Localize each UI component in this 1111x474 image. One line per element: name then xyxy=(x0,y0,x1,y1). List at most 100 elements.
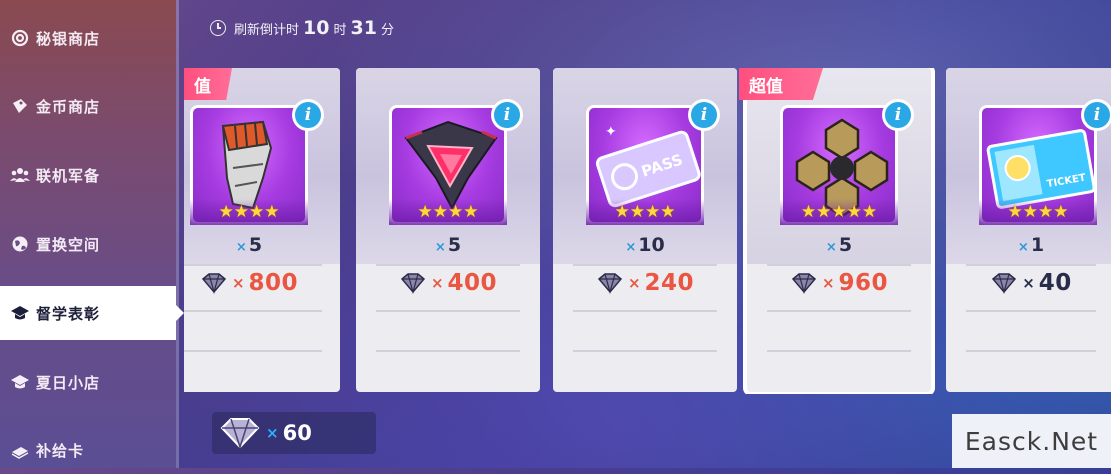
info-icon[interactable]: i xyxy=(292,99,324,131)
sidebar-item-supervisor-award[interactable]: 督学表彰 xyxy=(0,286,184,340)
super-value-tag: 超值 xyxy=(739,68,823,100)
item-quantity: × 5 xyxy=(356,234,540,256)
quantity-value: 1 xyxy=(1030,234,1045,256)
multiply-sign: × xyxy=(434,240,446,255)
quantity-value: 10 xyxy=(638,234,665,256)
currency-balance: × 60 xyxy=(212,412,376,454)
divider xyxy=(767,264,911,266)
shop-item-card-selected[interactable]: ★★★★★ i × 5 × 960 xyxy=(747,68,931,392)
multiply-sign: × xyxy=(235,240,247,255)
divider xyxy=(767,350,911,352)
crystal-icon xyxy=(399,272,427,295)
divider xyxy=(376,350,520,352)
sidebar-item-label: 夏日小店 xyxy=(36,373,101,392)
sidebar-item-exchange-space[interactable]: 置换空间 xyxy=(0,220,176,268)
team-icon xyxy=(8,163,32,187)
price-value: 240 xyxy=(644,270,695,296)
item-price: × 960 xyxy=(747,270,931,296)
sidebar-item-label: 补给卡 xyxy=(36,441,85,460)
sidebar-item-label: 置换空间 xyxy=(36,235,101,254)
multiply-sign: × xyxy=(625,240,637,255)
quantity-value: 5 xyxy=(838,234,853,256)
multiply-sign: × xyxy=(1017,240,1029,255)
shop-item-card[interactable]: ★★★★ i × 5 × 400 xyxy=(356,68,540,392)
price-value: 960 xyxy=(838,270,889,296)
rarity-stars: ★★★★ xyxy=(586,199,704,225)
watermark: Easck.Net xyxy=(952,414,1111,468)
sidebar-item-label: 督学表彰 xyxy=(36,304,101,323)
info-icon[interactable]: i xyxy=(688,99,720,131)
item-price: × 40 xyxy=(946,270,1111,296)
divider xyxy=(184,350,322,352)
multiply-sign: × xyxy=(821,274,835,292)
quantity-value: 5 xyxy=(248,234,263,256)
multiply-sign: × xyxy=(627,274,641,292)
sidebar-item-label: 联机军备 xyxy=(36,166,101,185)
refresh-countdown: 刷新倒计时 10 时 31 分 xyxy=(210,17,394,39)
clock-icon xyxy=(210,20,226,36)
card-stack-icon xyxy=(8,438,32,462)
graduation-cap-icon xyxy=(8,301,32,325)
item-quantity: × 5 xyxy=(184,234,340,256)
sidebar-item-mithril-shop[interactable]: 秘银商店 xyxy=(0,14,176,62)
info-icon[interactable]: i xyxy=(491,99,523,131)
crystal-icon xyxy=(790,272,818,295)
divider xyxy=(767,310,911,312)
shop-item-card[interactable]: TICKET ★★★★ i × 1 × 40 xyxy=(946,68,1111,392)
divider xyxy=(376,310,520,312)
rarity-stars: ★★★★ xyxy=(389,199,507,225)
sidebar-divider xyxy=(176,0,179,468)
divider xyxy=(573,264,717,266)
shop-item-list: ★★★★ i × 5 × 800 值 ★★★★ i × 5 × 400 PASS… xyxy=(184,68,1111,394)
crystal-icon xyxy=(990,272,1018,295)
item-quantity: × 1 xyxy=(946,234,1111,256)
info-icon[interactable]: i xyxy=(882,99,914,131)
shop-item-card[interactable]: PASS ✦ ★★★★ i × 10 × 240 xyxy=(553,68,737,392)
divider xyxy=(966,264,1096,266)
rarity-stars: ★★★★★ xyxy=(780,199,898,225)
item-price: × 240 xyxy=(553,270,737,296)
shop-item-card[interactable]: ★★★★ i × 5 × 800 xyxy=(184,68,340,392)
coin-tag-icon xyxy=(8,94,32,118)
multiply-sign: × xyxy=(430,274,444,292)
svg-text:✦: ✦ xyxy=(605,124,617,140)
item-quantity: × 5 xyxy=(747,234,931,256)
divider xyxy=(966,310,1096,312)
divider xyxy=(184,264,322,266)
multiply-sign: × xyxy=(266,424,279,442)
countdown-hours: 10 xyxy=(303,17,330,39)
spiral-icon xyxy=(8,26,32,50)
multiply-sign: × xyxy=(825,240,837,255)
sidebar-item-gold-shop[interactable]: 金币商店 xyxy=(0,82,176,130)
sidebar: 秘银商店 金币商店 联机军备 置换空间 督学表彰 夏日小店 补给卡 xyxy=(0,0,184,468)
crystal-icon xyxy=(596,272,624,295)
price-value: 800 xyxy=(248,270,299,296)
countdown-minutes: 31 xyxy=(350,17,377,39)
item-quantity: × 10 xyxy=(553,234,737,256)
countdown-label: 刷新倒计时 xyxy=(234,23,300,38)
divider xyxy=(573,310,717,312)
info-icon[interactable]: i xyxy=(1081,99,1111,131)
divider xyxy=(376,264,520,266)
divider xyxy=(966,350,1096,352)
sidebar-item-label: 秘银商店 xyxy=(36,29,101,48)
sidebar-item-summer-shop[interactable]: 夏日小店 xyxy=(0,358,176,406)
value-tag: 值 xyxy=(184,68,232,100)
countdown-minutes-unit: 分 xyxy=(380,23,394,38)
globe-icon xyxy=(8,232,32,256)
rarity-stars: ★★★★ xyxy=(979,199,1097,225)
multiply-sign: × xyxy=(231,274,245,292)
divider xyxy=(573,350,717,352)
multiply-sign: × xyxy=(1022,274,1035,292)
item-price: × 400 xyxy=(356,270,540,296)
item-price: × 800 xyxy=(184,270,340,296)
rarity-stars: ★★★★ xyxy=(190,199,308,225)
sidebar-item-label: 金币商店 xyxy=(36,97,101,116)
quantity-value: 5 xyxy=(447,234,462,256)
graduation-cap-icon xyxy=(8,370,32,394)
sidebar-item-supply-card[interactable]: 补给卡 xyxy=(0,426,176,474)
currency-value: 60 xyxy=(282,421,312,445)
crystal-icon xyxy=(218,416,262,450)
sidebar-item-coop-armory[interactable]: 联机军备 xyxy=(0,151,176,199)
price-value: 400 xyxy=(447,270,498,296)
